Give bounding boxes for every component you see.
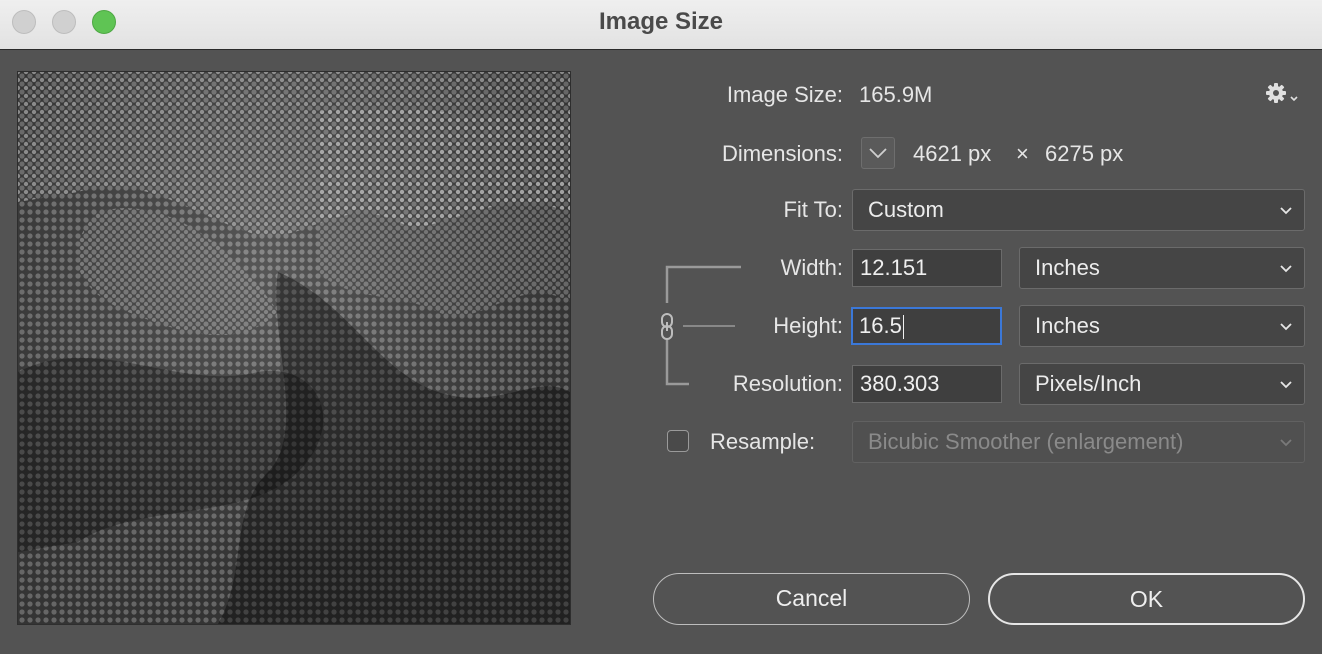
halftone-preview-image: [18, 72, 570, 624]
dimensions-separator: ×: [1016, 141, 1029, 166]
resolution-input-value: 380.303: [860, 371, 940, 396]
window-title: Image Size: [598, 8, 724, 35]
fit-to-selected-value: Custom: [868, 197, 944, 222]
height-label: Height:: [773, 313, 843, 338]
chevron-down-icon: [1280, 323, 1292, 331]
height-unit-value: Inches: [1035, 313, 1100, 338]
resolution-unit-value: Pixels/Inch: [1035, 371, 1142, 396]
resample-method-select: Bicubic Smoother (enlargement): [852, 421, 1305, 463]
text-caret: [902, 315, 904, 340]
fit-to-select[interactable]: Custom: [852, 189, 1305, 231]
resolution-input[interactable]: 380.303: [852, 365, 1002, 403]
width-unit-select[interactable]: Inches: [1019, 247, 1305, 289]
gear-icon[interactable]: [1264, 80, 1300, 108]
dimensions-units-toggle[interactable]: [861, 137, 895, 169]
fit-to-label: Fit To:: [783, 197, 843, 222]
resample-method-value: Bicubic Smoother (enlargement): [868, 429, 1184, 454]
dimensions-height-value: 6275 px: [1045, 141, 1124, 166]
width-input[interactable]: 12.151: [852, 249, 1002, 287]
width-unit-value: Inches: [1035, 255, 1100, 280]
chevron-down-icon: [1280, 439, 1292, 447]
cancel-button[interactable]: Cancel: [653, 573, 970, 625]
chevron-down-icon: [869, 148, 887, 159]
image-size-label: Image Size:: [726, 82, 843, 107]
title-bar[interactable]: Image Size: [0, 0, 1322, 50]
chevron-down-icon: [1280, 381, 1292, 389]
chain-link-icon[interactable]: [658, 312, 678, 342]
resample-checkbox[interactable]: [667, 430, 689, 452]
resolution-unit-select[interactable]: Pixels/Inch: [1019, 363, 1305, 405]
chevron-down-icon: [1280, 265, 1292, 273]
resolution-label: Resolution:: [732, 371, 843, 396]
dimensions-label: Dimensions:: [721, 141, 843, 166]
height-unit-select[interactable]: Inches: [1019, 305, 1305, 347]
image-size-value: 165.9M: [859, 82, 933, 107]
ok-button[interactable]: OK: [988, 573, 1305, 625]
width-label: Width:: [780, 255, 843, 280]
height-input-value: 16.5: [859, 313, 902, 338]
image-preview[interactable]: [17, 71, 571, 625]
height-input[interactable]: 16.5: [851, 307, 1002, 345]
image-size-dialog: Image Size Image Size: 165.9M Dimensions…: [0, 0, 1322, 654]
chevron-down-icon: [1280, 207, 1292, 215]
width-input-value: 12.151: [860, 255, 928, 280]
dimensions-width-value: 4621 px: [913, 141, 992, 166]
resample-label[interactable]: Resample:: [710, 429, 815, 455]
